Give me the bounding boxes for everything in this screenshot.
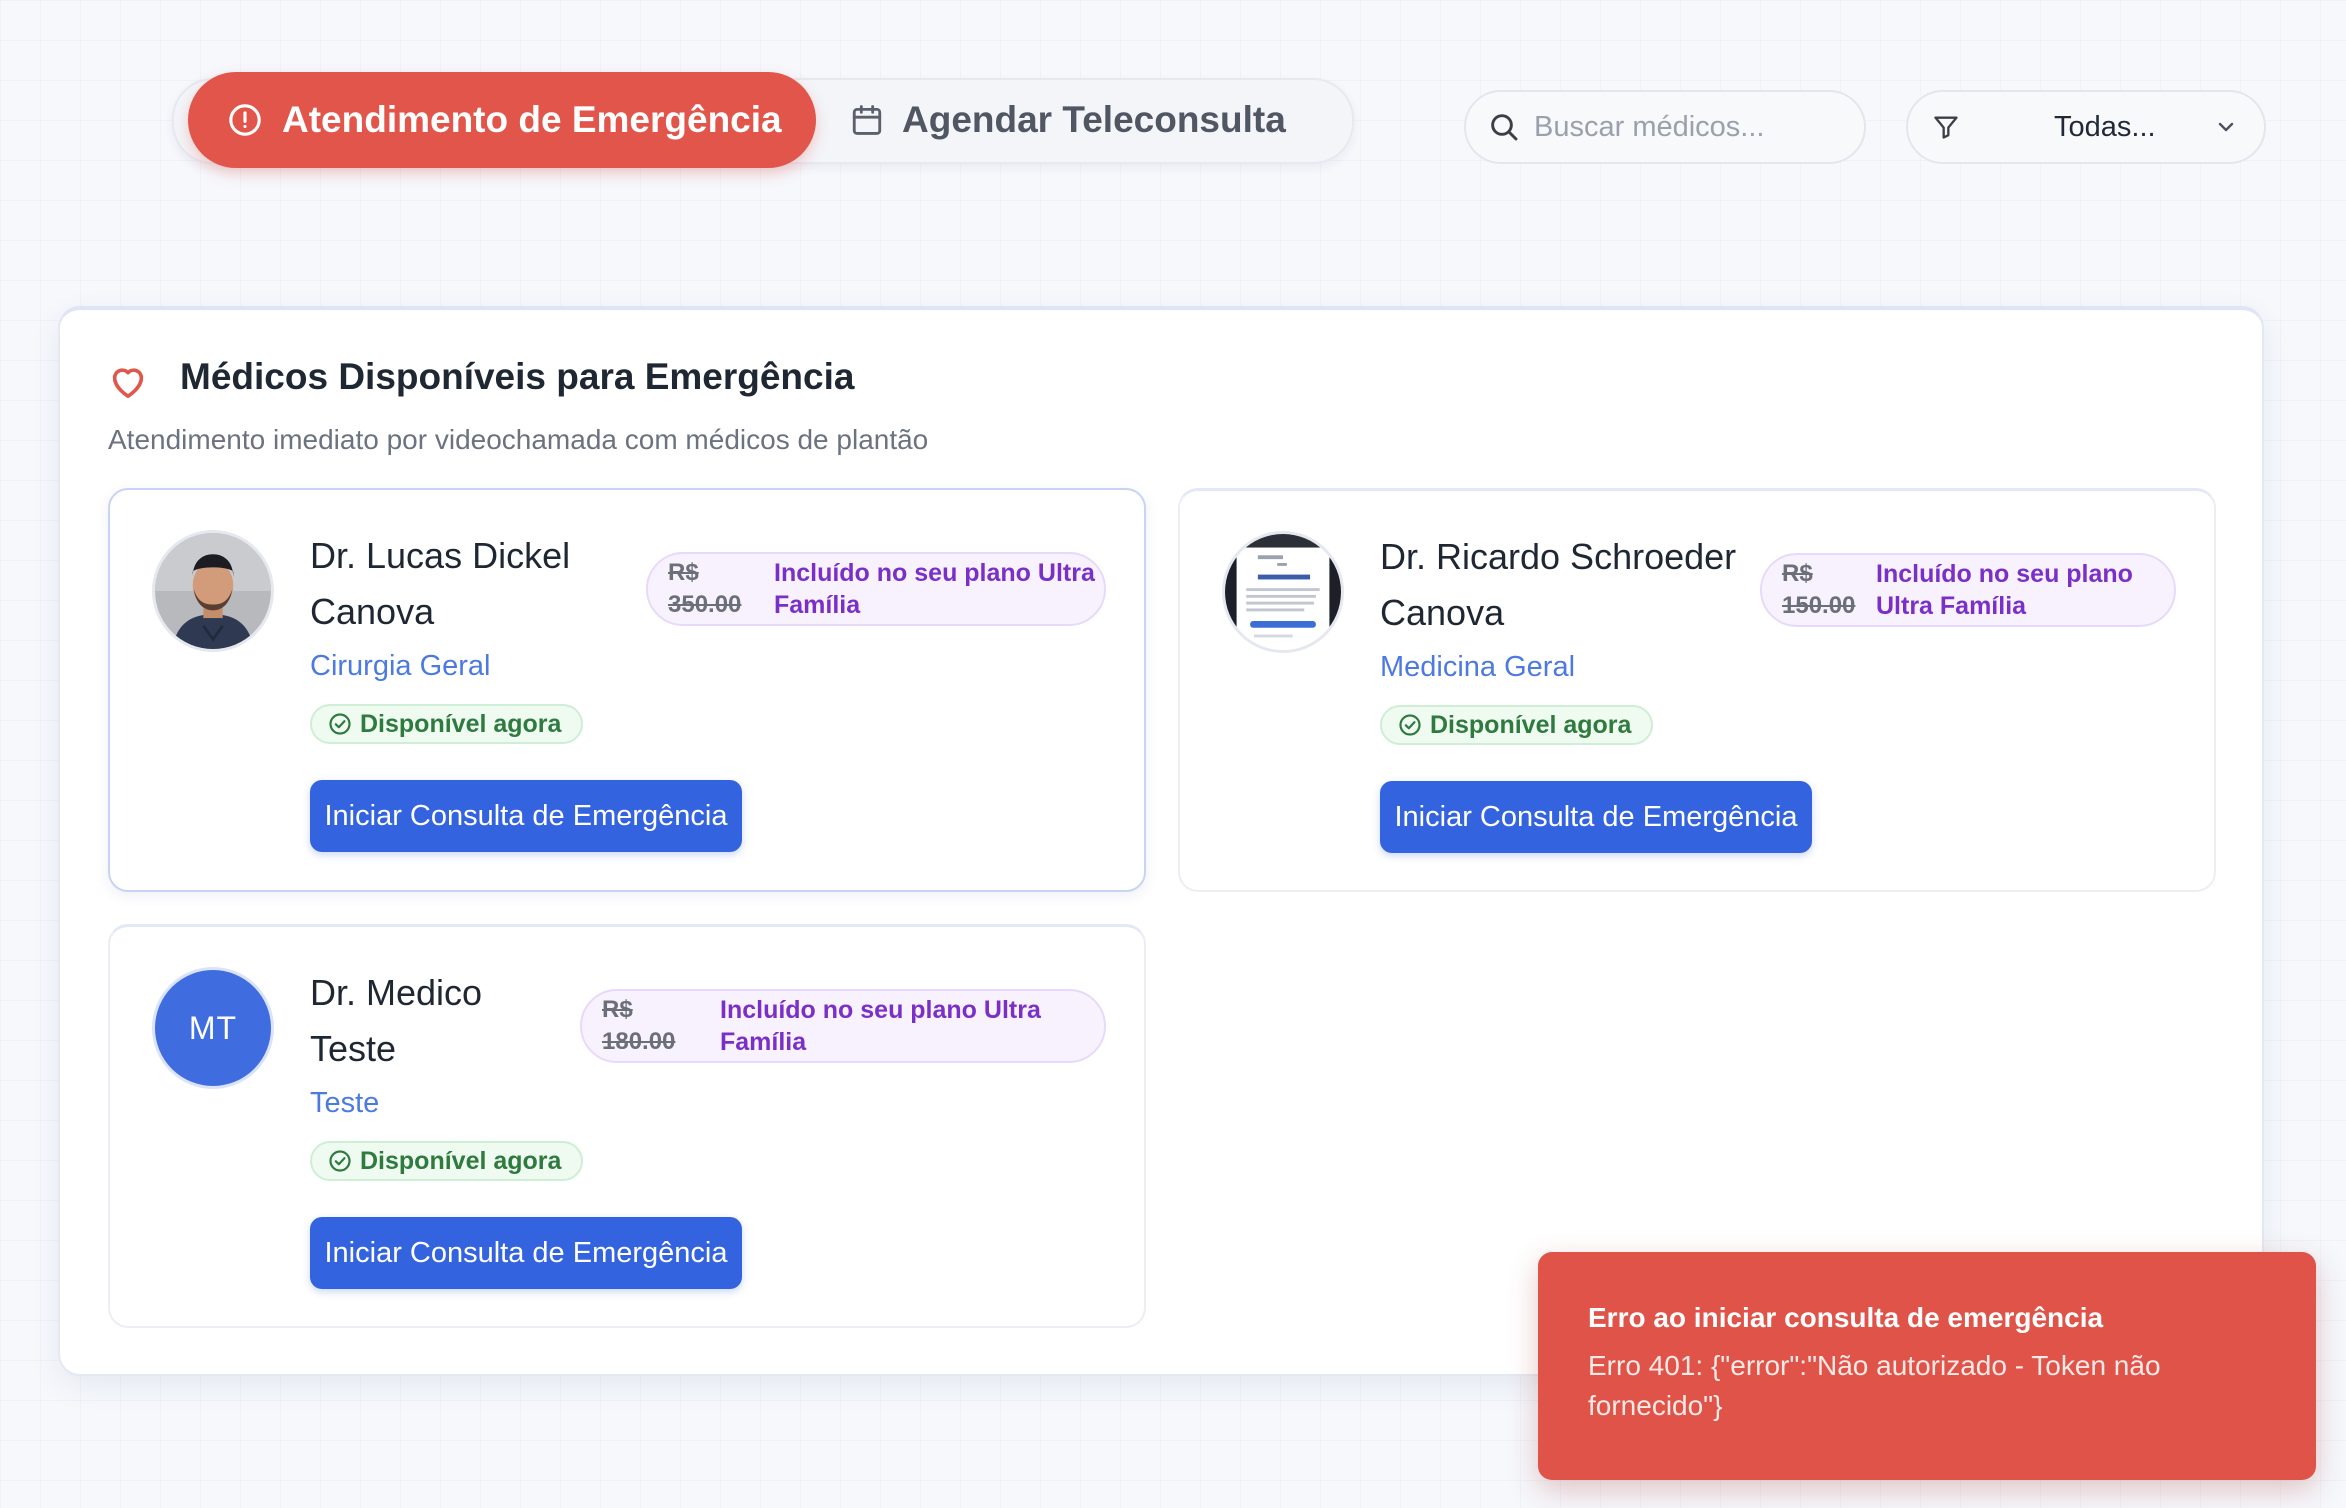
- specialty-filter-select[interactable]: Todas...: [1906, 90, 2266, 164]
- check-circle-icon: [329, 713, 351, 735]
- price-badge: R$ 150.00 Incluído no seu plano Ultra Fa…: [1760, 553, 2176, 627]
- doctor-card: MT Dr. Medico Teste Teste Disponível ago…: [108, 924, 1146, 1328]
- search-icon: [1491, 114, 1518, 141]
- plan-included-text: Incluído no seu plano Ultra Família: [720, 996, 1041, 1056]
- tab-emergency-label: Atendimento de Emergência: [282, 99, 782, 140]
- start-emergency-consult-button[interactable]: Iniciar Consulta de Emergência: [1380, 781, 1812, 853]
- doctor-card: Dr. Lucas Dickel Canova Cirurgia Geral D…: [108, 488, 1146, 892]
- doctor-card: Dr. Ricardo Schroeder Canova Medicina Ge…: [1178, 488, 2216, 892]
- doctor-specialty: Teste: [310, 1087, 380, 1119]
- doctor-name: Dr. Medico Teste: [310, 972, 483, 1069]
- panel-title: Médicos Disponíveis para Emergência: [180, 356, 855, 397]
- plan-included-text: Incluído no seu plano Ultra Família: [1876, 560, 2133, 620]
- doctor-specialty: Cirurgia Geral: [310, 650, 491, 682]
- filter-icon: [1934, 116, 1958, 139]
- toast-message: Erro 401: {"error":"Não autorizado - Tok…: [1588, 1350, 2161, 1421]
- screenshot-thumbnail: [1225, 534, 1341, 650]
- doctor-name: Dr. Lucas Dickel Canova: [310, 535, 571, 632]
- original-price: R$ 180.00: [602, 996, 676, 1055]
- tab-teleconsulta-label: Agendar Teleconsulta: [902, 99, 1286, 140]
- plan-included-text: Incluído no seu plano Ultra Família: [774, 559, 1095, 619]
- original-price: R$ 350.00: [668, 559, 742, 618]
- chevron-down-icon: [2218, 122, 2234, 132]
- start-emergency-consult-button[interactable]: Iniciar Consulta de Emergência: [310, 780, 742, 852]
- check-circle-icon: [1399, 714, 1421, 736]
- error-toast[interactable]: Erro ao iniciar consulta de emergência E…: [1538, 1252, 2316, 1480]
- doctor-avatar: [1222, 531, 1344, 653]
- tab-teleconsulta[interactable]: Agendar Teleconsulta: [850, 80, 1330, 160]
- doctor-photo: [155, 533, 271, 649]
- doctor-name: Dr. Ricardo Schroeder Canova: [1380, 536, 1737, 633]
- availability-badge: Disponível agora: [1380, 705, 1654, 745]
- original-price: R$ 150.00: [1782, 560, 1856, 619]
- doctor-avatar-initials: MT: [152, 967, 274, 1089]
- availability-badge: Disponível agora: [310, 704, 584, 744]
- tab-emergency[interactable]: Atendimento de Emergência: [188, 72, 816, 168]
- search-box: [1464, 90, 1866, 164]
- toast-title: Erro ao iniciar consulta de emergência: [1588, 1302, 2104, 1333]
- filter-selected-value: Todas...: [2054, 110, 2156, 143]
- alert-circle-icon: [229, 104, 261, 136]
- check-circle-icon: [329, 1150, 351, 1172]
- search-input[interactable]: [1532, 109, 1856, 145]
- heart-icon: [112, 368, 144, 398]
- doctor-specialty: Medicina Geral: [1380, 651, 1576, 683]
- price-badge: R$ 180.00 Incluído no seu plano Ultra Fa…: [580, 989, 1106, 1063]
- availability-badge: Disponível agora: [310, 1141, 584, 1181]
- price-badge: R$ 350.00 Incluído no seu plano Ultra Fa…: [646, 552, 1106, 626]
- doctor-avatar: [152, 530, 274, 652]
- start-emergency-consult-button[interactable]: Iniciar Consulta de Emergência: [310, 1217, 742, 1289]
- calendar-icon: [852, 105, 882, 135]
- panel-subtitle: Atendimento imediato por videochamada co…: [108, 424, 929, 455]
